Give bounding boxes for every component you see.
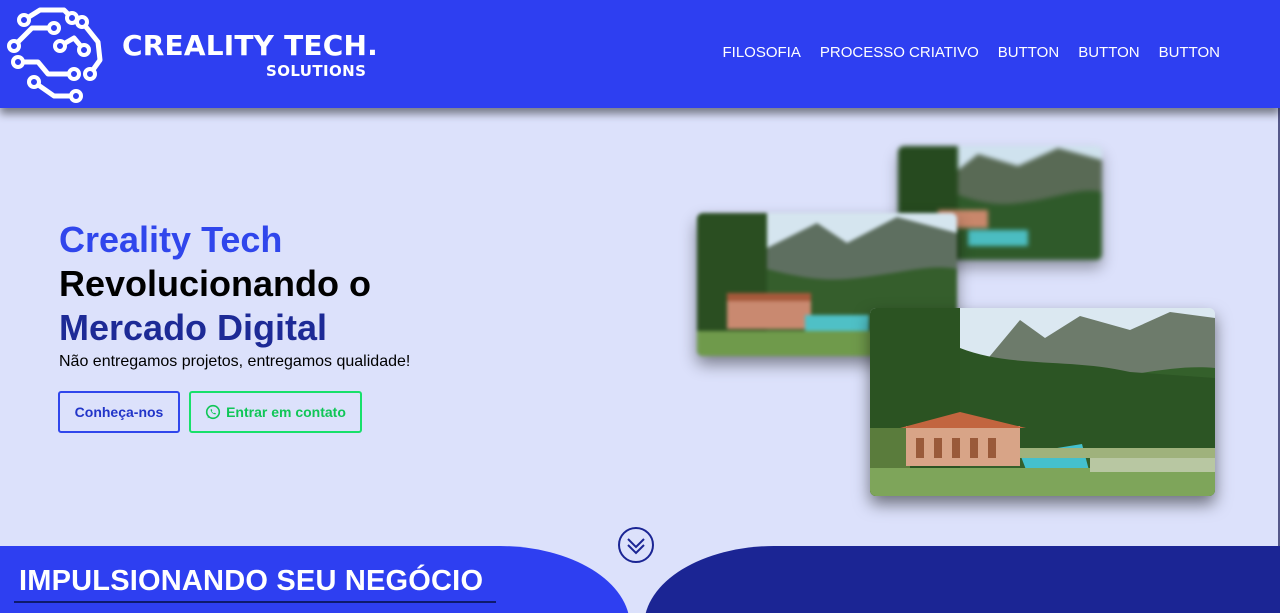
contact-button[interactable]: Entrar em contato (189, 391, 362, 433)
whatsapp-icon (205, 404, 221, 420)
section-band-right (644, 546, 1280, 613)
nav-item-button-2[interactable]: BUTTON (1078, 44, 1139, 61)
hero-title-line-2: Revolucionando o (59, 263, 372, 304)
scroll-down-button[interactable] (617, 526, 655, 564)
hero-photo-front (870, 308, 1215, 496)
main-nav: FILOSOFIA PROCESSO CRIATIVO BUTTON BUTTO… (723, 44, 1221, 61)
contact-button-label: Entrar em contato (226, 404, 346, 420)
brand-tagline: SOLUTIONS (266, 62, 367, 80)
brand-name[interactable]: CREALITY TECH. (122, 30, 378, 62)
double-chevron-down-icon (618, 527, 654, 563)
nav-item-button-3[interactable]: BUTTON (1159, 44, 1220, 61)
section-title-underline (14, 601, 496, 603)
hero-subtitle: Não entregamos projetos, entregamos qual… (59, 353, 411, 370)
site-header: CREALITY TECH. SOLUTIONS FILOSOFIA PROCE… (0, 0, 1280, 108)
section-title: IMPULSIONANDO SEU NEGÓCIO (19, 565, 484, 597)
about-button-label: Conheça-nos (74, 404, 164, 420)
circuit-hand-icon[interactable] (4, 2, 116, 104)
about-button[interactable]: Conheça-nos (58, 391, 180, 433)
hero-title-line-3: Mercado Digital (59, 307, 328, 348)
nav-item-filosofia[interactable]: FILOSOFIA (723, 44, 801, 61)
nav-item-processo-criativo[interactable]: PROCESSO CRIATIVO (820, 44, 979, 61)
nav-item-button-1[interactable]: BUTTON (998, 44, 1059, 61)
hero-title: Creality Tech Revolucionando o Mercado D… (59, 218, 371, 350)
hero-title-line-1: Creality Tech (59, 219, 283, 260)
